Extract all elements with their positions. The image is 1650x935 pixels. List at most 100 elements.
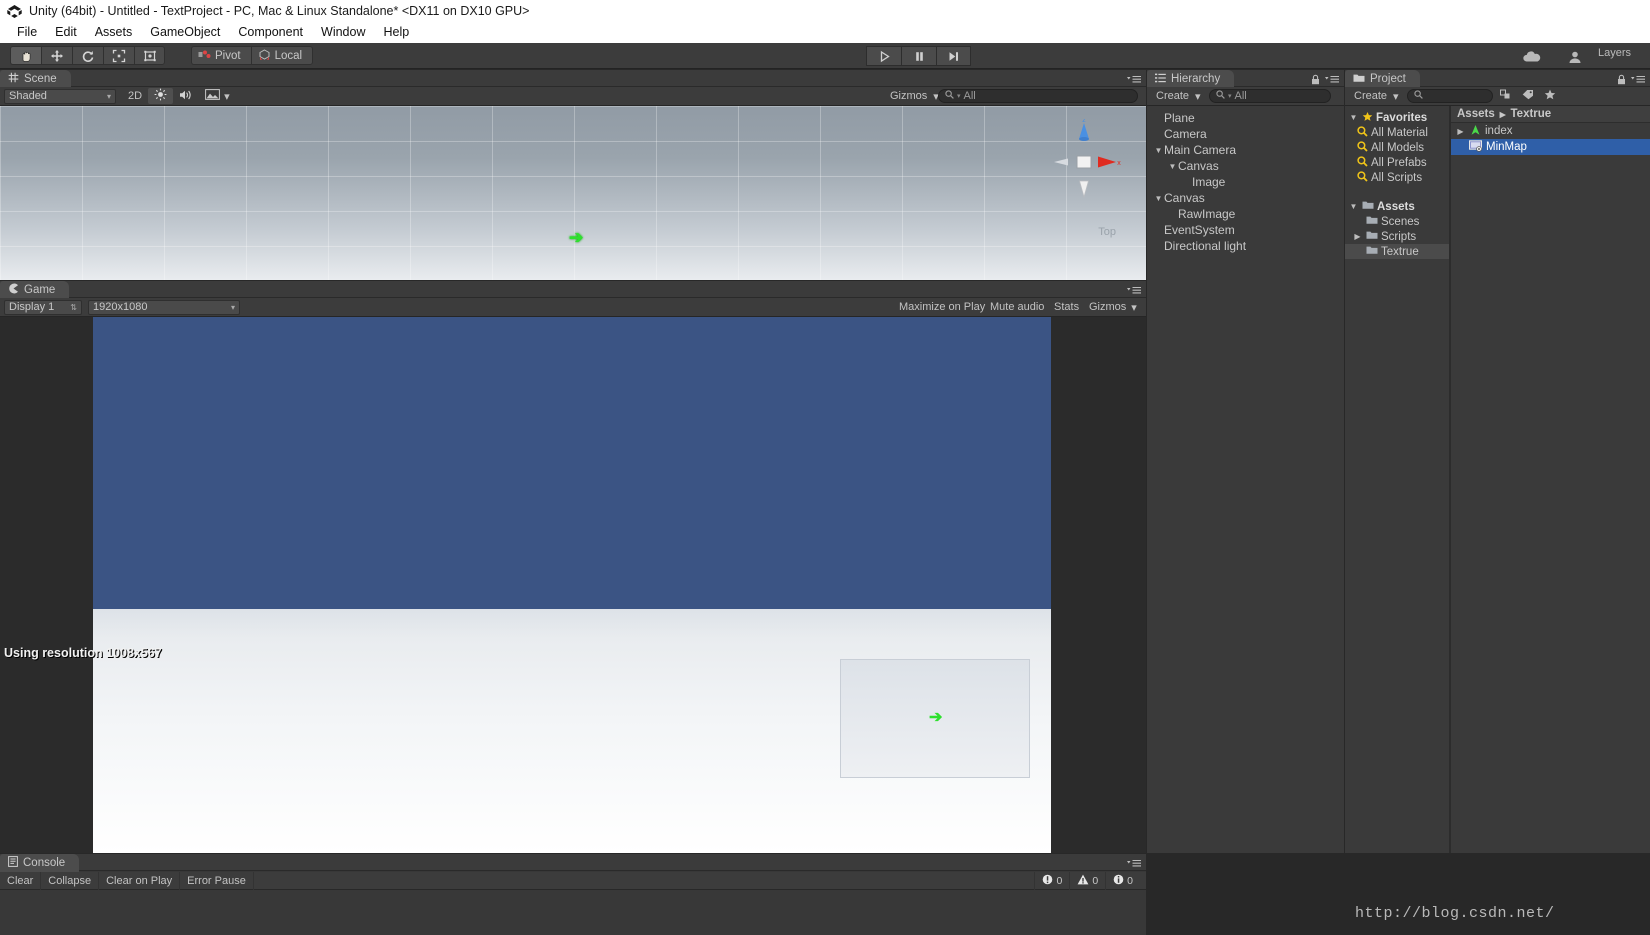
account-icon[interactable] bbox=[1558, 47, 1592, 66]
project-folder-item[interactable]: Textrue bbox=[1345, 244, 1449, 259]
layers-dropdown[interactable]: Layers bbox=[1598, 47, 1631, 59]
filter-type-icon bbox=[1500, 89, 1512, 103]
scene-view-gizmo[interactable]: z x bbox=[1046, 119, 1122, 209]
title-bar: Unity (64bit) - Untitled - TextProject -… bbox=[0, 0, 1650, 22]
scene-2d-toggle[interactable]: 2D bbox=[122, 88, 148, 104]
favorite-filter-button[interactable] bbox=[1541, 88, 1559, 104]
resolution-dropdown[interactable]: 1920x1080 ▾ bbox=[88, 299, 240, 315]
project-favorite-item[interactable]: All Prefabs bbox=[1345, 155, 1449, 170]
tab-game[interactable]: Game bbox=[0, 281, 70, 299]
shading-mode-dropdown[interactable]: Shaded ▾ bbox=[4, 88, 116, 104]
console-error-count: 0 bbox=[1056, 875, 1063, 887]
game-render-surface: ➔ bbox=[93, 317, 1051, 853]
hierarchy-item[interactable]: ▼ Canvas bbox=[1147, 158, 1344, 174]
project-favorites-header[interactable]: ▼ Favorites bbox=[1345, 110, 1449, 125]
move-tool-button[interactable] bbox=[41, 46, 72, 65]
hierarchy-item[interactable]: EventSystem bbox=[1147, 222, 1344, 238]
scene-gizmos-dropdown[interactable]: Gizmos ▾ bbox=[884, 88, 945, 104]
scene-grid-line bbox=[0, 211, 1146, 212]
hierarchy-item[interactable]: ▼ Canvas bbox=[1147, 190, 1344, 206]
filter-by-type-button[interactable] bbox=[1497, 88, 1515, 104]
tab-project-label: Project bbox=[1370, 73, 1406, 85]
chevron-down-icon[interactable]: ▼ bbox=[1153, 194, 1164, 203]
scene-search-value: All bbox=[963, 90, 976, 102]
breadcrumb-assets[interactable]: Assets bbox=[1457, 108, 1495, 120]
pause-button[interactable] bbox=[901, 46, 936, 66]
tab-project[interactable]: Project bbox=[1345, 70, 1420, 88]
step-button[interactable] bbox=[936, 46, 971, 66]
scale-tool-button[interactable] bbox=[103, 46, 134, 65]
menu-gameobject[interactable]: GameObject bbox=[141, 22, 229, 43]
chevron-down-icon[interactable]: ▼ bbox=[1348, 202, 1359, 211]
display-dropdown[interactable]: Display 1 ⇅ bbox=[4, 299, 82, 315]
hierarchy-create-dropdown[interactable]: Create ▾ bbox=[1150, 88, 1207, 104]
play-button[interactable] bbox=[866, 46, 901, 66]
project-assets-header[interactable]: ▼ Assets bbox=[1345, 199, 1449, 214]
maximize-on-play-toggle[interactable]: Maximize on Play bbox=[893, 299, 991, 315]
hierarchy-item[interactable]: Plane bbox=[1147, 110, 1344, 126]
console-clear-on-play-toggle[interactable]: Clear on Play bbox=[99, 871, 181, 890]
local-toggle-button[interactable]: Local bbox=[250, 46, 314, 65]
menu-window[interactable]: Window bbox=[312, 22, 374, 43]
rotate-tool-button[interactable] bbox=[72, 46, 103, 65]
tab-console[interactable]: Console bbox=[0, 854, 80, 872]
hierarchy-item[interactable]: Directional light bbox=[1147, 238, 1344, 254]
hierarchy-item[interactable]: RawImage bbox=[1147, 206, 1344, 222]
filter-by-label-button[interactable] bbox=[1519, 88, 1537, 104]
project-folder-item[interactable]: ▶ Scripts bbox=[1345, 229, 1449, 244]
scene-tabstrip: Scene bbox=[0, 70, 1146, 88]
game-viewport[interactable]: Using resolution 1008x567 ➔ bbox=[0, 317, 1146, 853]
project-asset-item[interactable]: MinMap bbox=[1451, 139, 1650, 155]
console-info-counter[interactable]: 0 bbox=[1105, 872, 1140, 890]
hand-tool-button[interactable] bbox=[10, 46, 41, 65]
console-clear-button[interactable]: Clear bbox=[0, 871, 42, 890]
audio-speaker-icon bbox=[179, 89, 193, 104]
scene-effects-dropdown[interactable]: ▾ bbox=[199, 88, 236, 104]
stats-toggle[interactable]: Stats bbox=[1048, 299, 1085, 315]
cloud-icon[interactable] bbox=[1515, 47, 1549, 66]
pivot-toggle-button[interactable]: Pivot bbox=[191, 46, 251, 65]
menu-component[interactable]: Component bbox=[229, 22, 312, 43]
folder-icon bbox=[1366, 245, 1378, 258]
scene-viewport[interactable]: ➔ z x Top bbox=[0, 106, 1146, 280]
hierarchy-item[interactable]: ▼ Main Camera bbox=[1147, 142, 1344, 158]
menu-edit[interactable]: Edit bbox=[46, 22, 86, 43]
project-favorite-item[interactable]: All Material bbox=[1345, 125, 1449, 140]
console-error-counter[interactable]: 0 bbox=[1034, 872, 1069, 890]
project-create-dropdown[interactable]: Create ▾ bbox=[1348, 88, 1405, 104]
search-saved-icon bbox=[1357, 170, 1368, 185]
project-favorite-item[interactable]: All Scripts bbox=[1345, 170, 1449, 185]
chevron-right-icon[interactable]: ▶ bbox=[1352, 232, 1363, 241]
console-warning-counter[interactable]: 0 bbox=[1069, 872, 1105, 890]
chevron-down-icon[interactable]: ▼ bbox=[1167, 162, 1178, 171]
hierarchy-item[interactable]: Image bbox=[1147, 174, 1344, 190]
scene-panel: Scene Shaded ▾ 2D ▾ Gizmos ▾ ▾ All ➔ z x… bbox=[0, 70, 1146, 280]
menu-assets[interactable]: Assets bbox=[86, 22, 142, 43]
rect-tool-button[interactable] bbox=[134, 46, 165, 65]
menu-help[interactable]: Help bbox=[374, 22, 418, 43]
hierarchy-item[interactable]: Camera bbox=[1147, 126, 1344, 142]
hierarchy-search-input[interactable]: ▾ All bbox=[1209, 89, 1331, 103]
pivot-label: Pivot bbox=[215, 49, 241, 62]
tab-hierarchy[interactable]: Hierarchy bbox=[1147, 70, 1235, 88]
project-folder-item[interactable]: Scenes bbox=[1345, 214, 1449, 229]
project-asset-item[interactable]: ▶ index bbox=[1451, 123, 1650, 139]
game-gizmos-dropdown[interactable]: Gizmos ▾ bbox=[1083, 299, 1143, 315]
filter-label-icon bbox=[1522, 89, 1534, 103]
chevron-down-icon[interactable]: ▼ bbox=[1348, 113, 1359, 122]
scene-lighting-toggle[interactable] bbox=[148, 88, 174, 104]
chevron-right-icon[interactable]: ▶ bbox=[1455, 127, 1466, 136]
breadcrumb-textrue[interactable]: Textrue bbox=[1511, 108, 1552, 120]
console-collapse-toggle[interactable]: Collapse bbox=[41, 871, 100, 890]
chevron-down-icon[interactable]: ▼ bbox=[1153, 146, 1164, 155]
menu-file[interactable]: File bbox=[8, 22, 46, 43]
tab-scene[interactable]: Scene bbox=[0, 70, 71, 88]
project-search-input[interactable] bbox=[1407, 89, 1493, 103]
console-error-pause-toggle[interactable]: Error Pause bbox=[180, 871, 254, 890]
project-favorite-item[interactable]: All Models bbox=[1345, 140, 1449, 155]
scene-grid-line bbox=[246, 106, 247, 280]
scene-audio-toggle[interactable] bbox=[173, 88, 199, 104]
svg-text:z: z bbox=[1082, 119, 1086, 124]
mute-audio-toggle[interactable]: Mute audio bbox=[984, 299, 1050, 315]
scene-search-input[interactable]: ▾ All bbox=[938, 89, 1138, 103]
